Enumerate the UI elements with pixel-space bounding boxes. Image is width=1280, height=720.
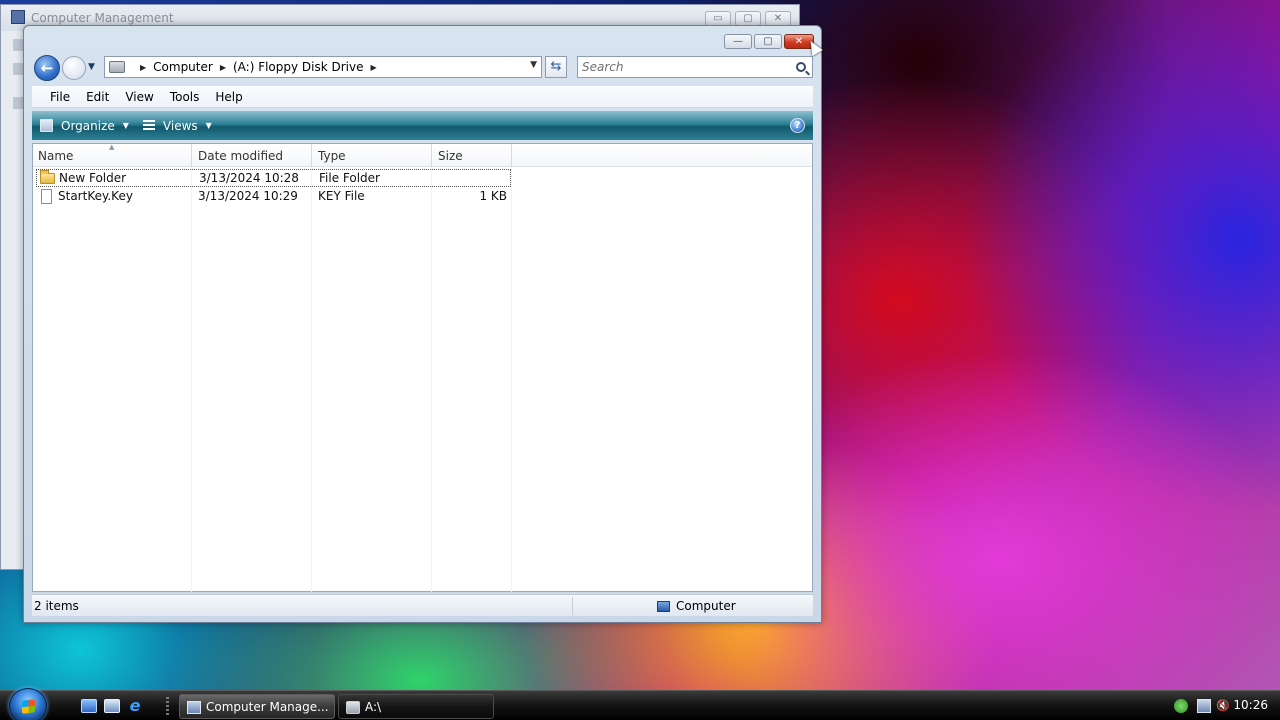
file-name: New Folder <box>59 171 127 185</box>
navigation-row: ← ▼ ▶ Computer ▶ (A:) Floppy Disk Drive … <box>32 53 813 83</box>
menu-tools[interactable]: Tools <box>170 90 200 104</box>
computer-management-taskbar-icon <box>187 701 201 714</box>
computer-icon <box>657 600 670 612</box>
menu-bar: File Edit View Tools Help <box>32 86 813 108</box>
explorer-window: — ▢ ✕ ← ▼ ▶ Computer ▶ (A:) Floppy Disk … <box>23 25 822 623</box>
recent-pages-dropdown[interactable]: ▼ <box>88 62 95 72</box>
breadcrumb-arrow-end[interactable]: ▶ <box>371 63 377 72</box>
minimize-button[interactable]: — <box>724 34 752 49</box>
file-date: 3/13/2024 10:29 <box>198 189 298 203</box>
address-dropdown-icon[interactable]: ▼ <box>530 60 537 70</box>
status-location: Computer <box>657 599 736 613</box>
cm-minimize-button[interactable]: ▭ <box>705 11 731 26</box>
internet-explorer-icon[interactable]: e <box>127 698 143 714</box>
breadcrumb-floppy[interactable]: (A:) Floppy Disk Drive <box>233 60 364 74</box>
help-icon[interactable]: ? <box>790 118 805 133</box>
refresh-button[interactable]: ⇆ <box>545 56 567 78</box>
file-row-new-folder[interactable]: New Folder 3/13/2024 10:28 File Folder <box>36 169 511 187</box>
forward-button[interactable] <box>62 56 86 80</box>
file-size: 1 KB <box>479 189 507 203</box>
file-row-startkey[interactable]: StartKey.Key 3/13/2024 10:29 KEY File 1 … <box>36 188 511 206</box>
breadcrumb-computer[interactable]: Computer <box>153 60 213 74</box>
computer-management-icon <box>11 10 25 24</box>
column-divider[interactable] <box>511 144 512 167</box>
column-guide <box>511 167 512 592</box>
safely-remove-icon[interactable] <box>1174 699 1188 713</box>
column-size[interactable]: Size <box>438 149 463 163</box>
column-divider[interactable] <box>431 144 432 167</box>
cm-back-stub[interactable] <box>13 63 23 75</box>
file-list: Name ▲ Date modified Type Size New Folde… <box>32 143 813 592</box>
column-guide <box>191 167 192 592</box>
organize-button[interactable]: Organize ▼ <box>40 119 129 133</box>
drive-icon <box>109 61 125 73</box>
drive-taskbar-icon <box>346 701 360 714</box>
file-type: File Folder <box>319 171 380 185</box>
volume-muted-icon[interactable]: 🔇 <box>1216 699 1230 713</box>
show-desktop-icon[interactable] <box>81 699 97 713</box>
views-label: Views <box>162 118 198 133</box>
back-button[interactable]: ← <box>34 55 60 81</box>
file-date: 3/13/2024 10:28 <box>199 171 299 185</box>
search-icon[interactable] <box>796 62 806 72</box>
column-header: Name ▲ Date modified Type Size <box>33 143 812 167</box>
search-box[interactable] <box>577 56 813 78</box>
cm-maximize-button[interactable]: ▢ <box>735 11 761 26</box>
taskbar-button-label: A:\ <box>365 699 382 714</box>
column-guide <box>311 167 312 592</box>
taskbar-button-label: Computer Manage... <box>206 699 329 714</box>
sort-up-icon: ▲ <box>109 143 115 151</box>
switch-windows-icon[interactable] <box>104 699 120 713</box>
command-bar: Organize ▼ Views ▼ ? <box>32 111 813 140</box>
column-name[interactable]: Name <box>38 149 73 163</box>
system-tray: 🔇 10:26 <box>1164 691 1280 720</box>
computer-management-controls: ▭ ▢ ✕ <box>705 11 791 26</box>
search-input[interactable] <box>578 57 778 77</box>
organize-icon <box>40 119 53 132</box>
taskbar-button-computer-management[interactable]: Computer Manage... <box>179 694 335 719</box>
views-caret-icon: ▼ <box>205 121 212 130</box>
column-guide <box>431 167 432 592</box>
taskbar-grip[interactable] <box>166 697 169 715</box>
status-divider <box>572 597 573 615</box>
file-type: KEY File <box>318 189 365 203</box>
menu-view[interactable]: View <box>125 90 153 104</box>
column-type[interactable]: Type <box>318 149 346 163</box>
taskbar-button-a-drive[interactable]: A:\ <box>338 694 494 719</box>
file-name: StartKey.Key <box>58 189 133 203</box>
column-divider[interactable] <box>191 144 192 167</box>
organize-caret-icon: ▼ <box>122 121 129 130</box>
menu-file[interactable]: File <box>50 90 70 104</box>
window-controls: — ▢ ✕ <box>724 34 814 49</box>
file-icon <box>41 189 52 204</box>
column-date[interactable]: Date modified <box>198 149 283 163</box>
views-button[interactable]: Views ▼ <box>142 118 212 133</box>
folder-icon <box>40 170 55 184</box>
computer-management-title: Computer Management <box>31 11 174 25</box>
breadcrumb-arrow[interactable]: ▶ <box>220 63 226 72</box>
clock[interactable]: 10:26 <box>1233 698 1268 712</box>
item-count: 2 items <box>34 599 79 613</box>
status-location-label: Computer <box>676 599 736 613</box>
address-bar[interactable]: ▶ Computer ▶ (A:) Floppy Disk Drive ▶ ▼ <box>104 56 542 78</box>
menu-edit[interactable]: Edit <box>86 90 109 104</box>
menu-help[interactable]: Help <box>215 90 242 104</box>
organize-label: Organize <box>61 118 115 133</box>
network-icon[interactable] <box>1197 699 1211 713</box>
status-bar: 2 items Computer <box>32 594 813 616</box>
cm-close-button[interactable]: ✕ <box>765 11 791 26</box>
views-icon <box>142 119 155 132</box>
maximize-button[interactable]: ▢ <box>754 34 782 49</box>
cm-tree-stub[interactable] <box>13 97 23 109</box>
cm-menu-stub[interactable] <box>13 39 23 51</box>
breadcrumb-root-arrow[interactable]: ▶ <box>140 63 146 72</box>
column-divider[interactable] <box>311 144 312 167</box>
start-button[interactable] <box>9 688 47 720</box>
taskbar: e Computer Manage... A:\ 🔇 10:26 <box>0 688 1280 720</box>
